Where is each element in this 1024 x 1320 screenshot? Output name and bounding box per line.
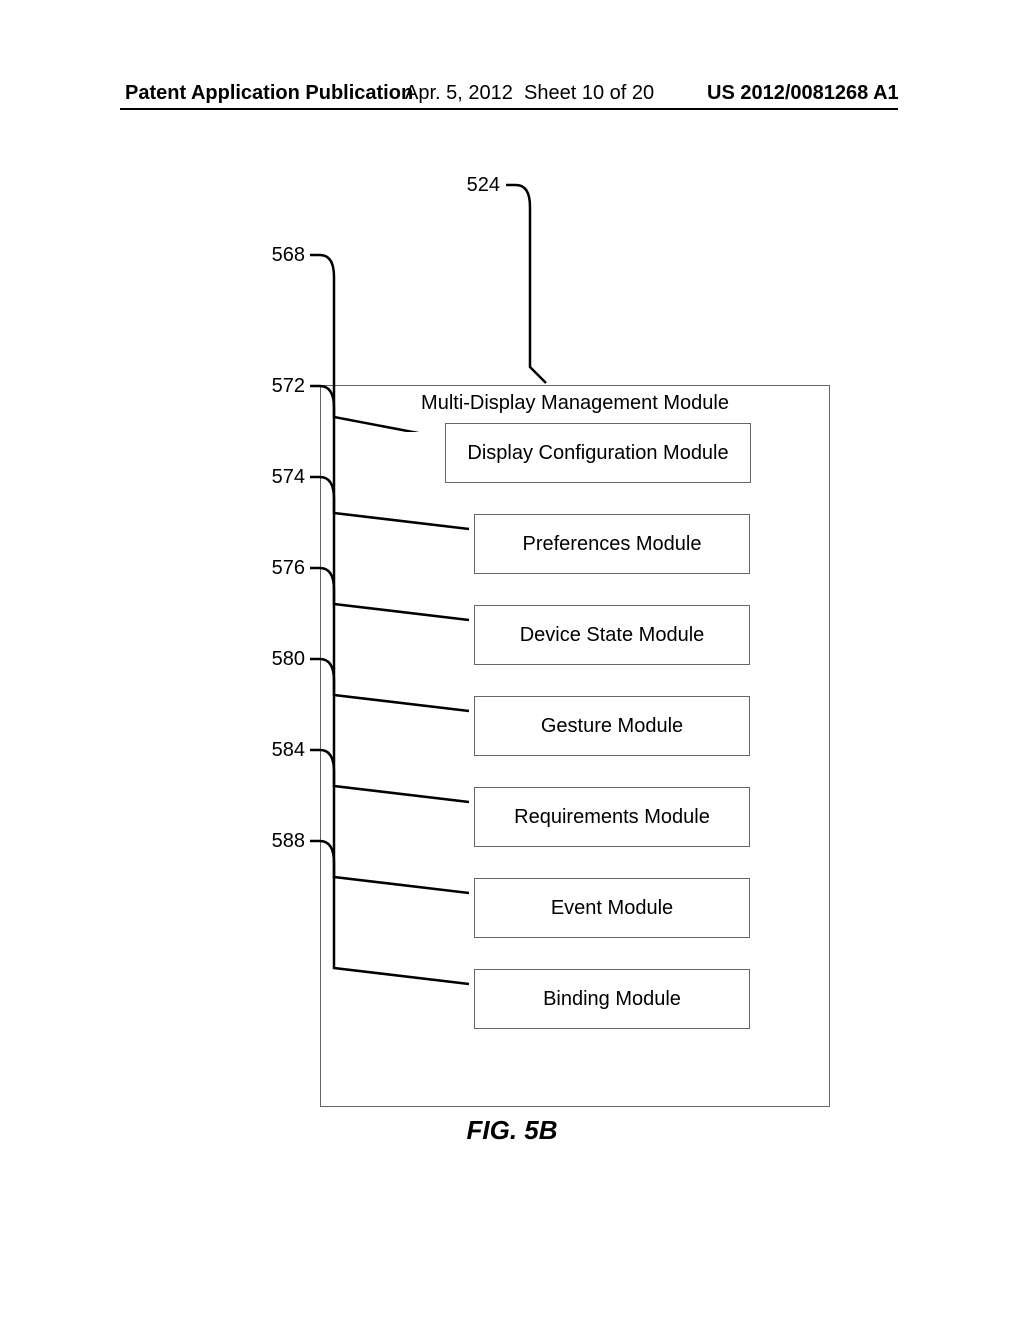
header-pubno: US 2012/0081268 A1 <box>707 82 899 105</box>
header-date-sheet: Apr. 5, 2012 Sheet 10 of 20 <box>405 82 654 105</box>
requirements-module: Requirements Module <box>474 787 750 847</box>
header-rule <box>120 108 898 110</box>
header-date: Apr. 5, 2012 <box>405 82 513 104</box>
binding-module: Binding Module <box>474 969 750 1029</box>
preferences-module: Preferences Module <box>474 514 750 574</box>
gesture-module: Gesture Module <box>474 696 750 756</box>
header-sheet: Sheet 10 of 20 <box>524 82 654 104</box>
display-configuration-module: Display Configuration Module <box>445 423 751 483</box>
patent-page: Patent Application Publication Apr. 5, 2… <box>0 0 1024 1320</box>
leader-524-icon <box>490 182 580 392</box>
figure-5b-diagram: 524 Multi-Display Management Module Disp… <box>120 160 900 1060</box>
event-module: Event Module <box>474 878 750 938</box>
header-publication-type: Patent Application Publication <box>125 82 413 105</box>
figure-caption: FIG. 5B <box>0 1115 1024 1146</box>
device-state-module: Device State Module <box>474 605 750 665</box>
leader-588-icon <box>298 838 488 998</box>
